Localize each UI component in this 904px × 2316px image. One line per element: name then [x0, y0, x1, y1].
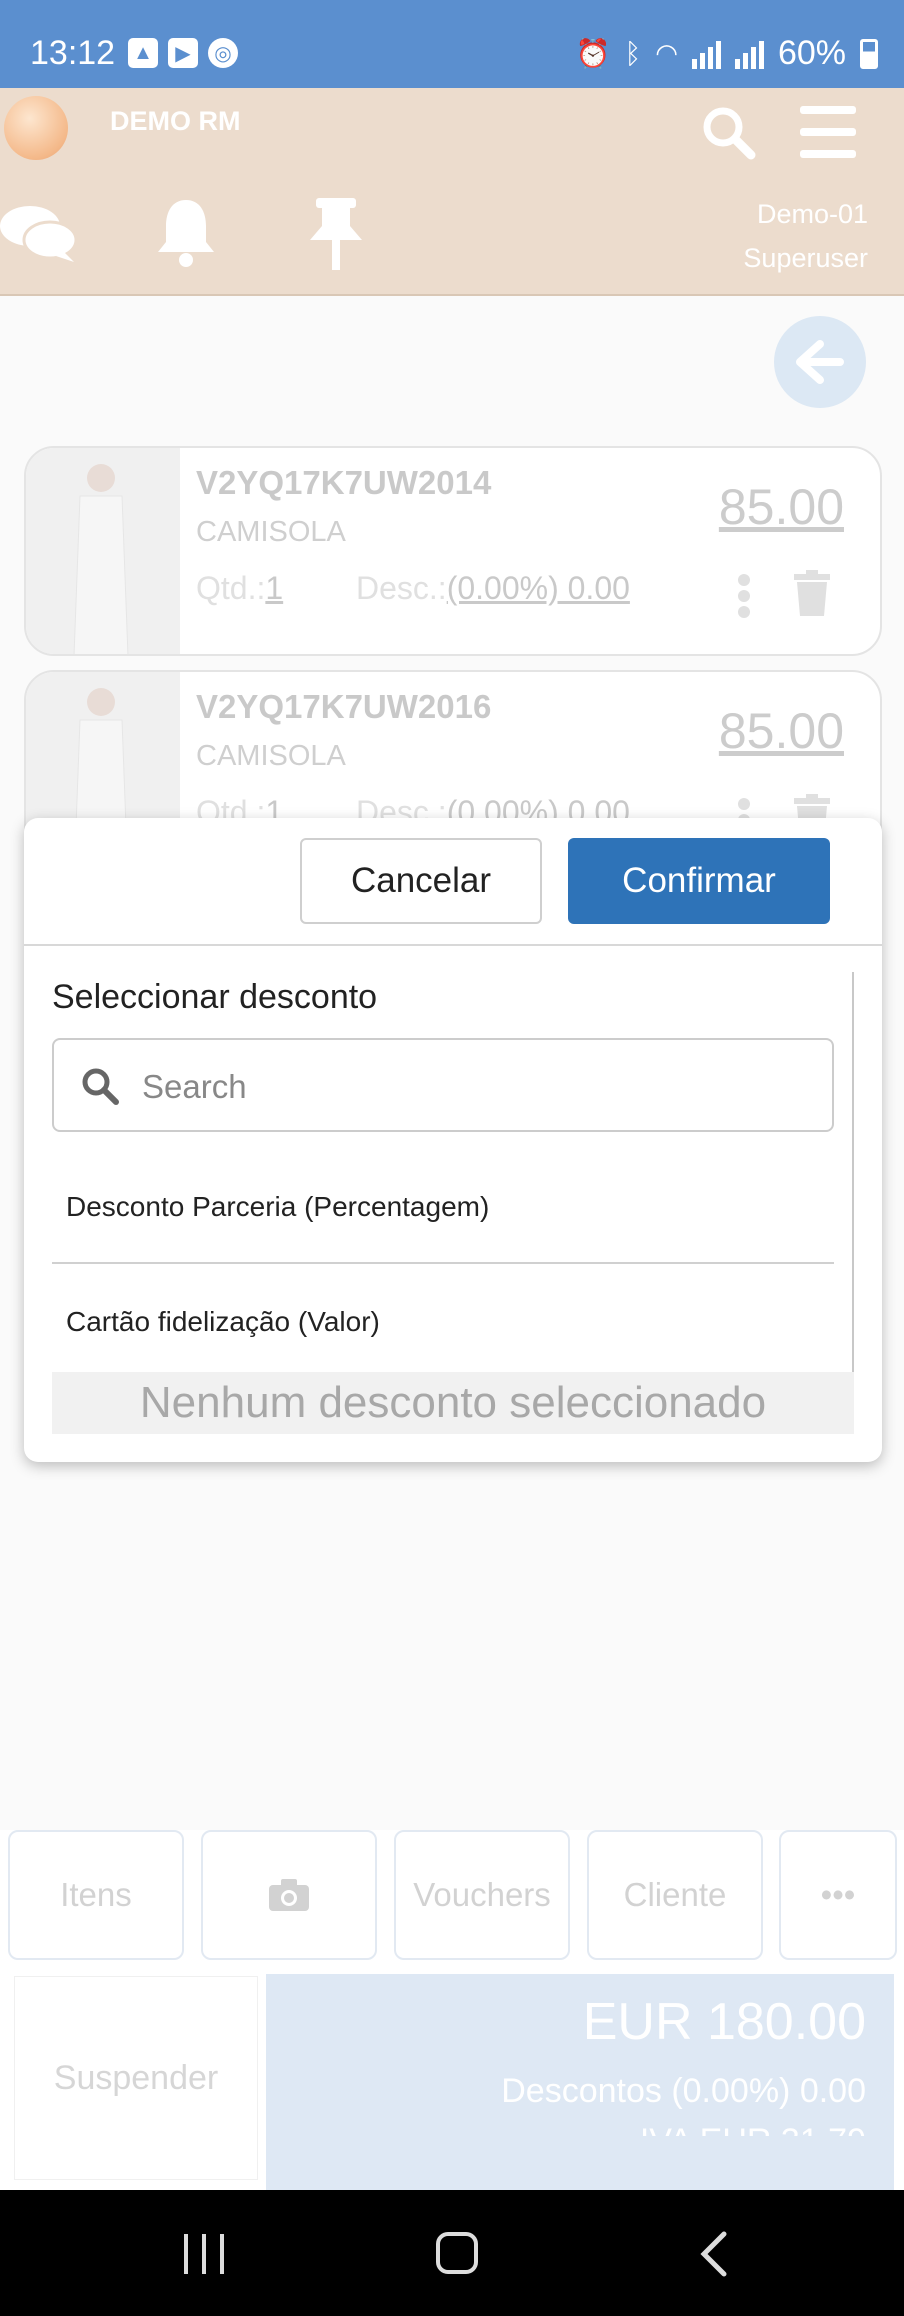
- discount-search[interactable]: [52, 1038, 834, 1132]
- search-icon[interactable]: [700, 104, 756, 160]
- signal-icon: [691, 39, 721, 69]
- item-code: V2YQ17K7UW2016: [196, 688, 492, 725]
- product-image: [26, 448, 180, 654]
- more-button[interactable]: •••: [779, 1830, 897, 1960]
- discount-option[interactable]: Cartão fidelização (Valor): [52, 1266, 834, 1378]
- item-description: CAMISOLA: [196, 740, 346, 772]
- arrow-left-icon: [796, 340, 844, 384]
- product-figure-icon: [73, 464, 129, 654]
- cancel-button[interactable]: Cancelar: [300, 838, 542, 924]
- vouchers-button[interactable]: Vouchers: [394, 1830, 570, 1960]
- item-code: V2YQ17K7UW2014: [196, 464, 492, 501]
- item-discount[interactable]: Desc.:(0.00%) 0.00: [356, 570, 630, 607]
- wifi-icon: ◠: [655, 38, 678, 68]
- bluetooth-icon: ᛒ: [624, 37, 642, 69]
- no-discount-selected: Nenhum desconto seleccionado: [52, 1372, 854, 1434]
- search-icon: [82, 1068, 119, 1105]
- chrome-icon: ◎: [208, 38, 238, 68]
- confirm-button[interactable]: Confirmar: [568, 838, 830, 924]
- modal-body: Seleccionar desconto Desconto Parceria (…: [24, 948, 882, 1438]
- back-button[interactable]: [774, 316, 866, 408]
- totals-panel-ext: [266, 2136, 894, 2190]
- home-icon[interactable]: [436, 2232, 478, 2274]
- suspend-button[interactable]: Suspender: [14, 1976, 258, 2180]
- modal-actions: Cancelar Confirmar: [24, 818, 882, 946]
- scrollbar[interactable]: [852, 972, 854, 1372]
- item-price[interactable]: 85.00: [719, 702, 844, 760]
- discount-option[interactable]: Desconto Parceria (Percentagem): [52, 1152, 834, 1264]
- gallery-icon: ▲: [128, 38, 158, 68]
- discount-modal: Cancelar Confirmar Seleccionar desconto …: [24, 818, 882, 1462]
- recent-apps-icon[interactable]: [184, 2234, 224, 2274]
- menu-icon[interactable]: [800, 106, 856, 158]
- camera-icon: [269, 1879, 309, 1911]
- pin-icon[interactable]: [306, 196, 366, 272]
- app-title: DEMO RM: [110, 106, 241, 136]
- youtube-icon: ▶: [168, 38, 198, 68]
- user-line1: Demo-01: [756, 199, 868, 229]
- battery-icon: [860, 38, 878, 69]
- user-line2: Superuser: [743, 243, 868, 273]
- more-options-icon[interactable]: [738, 574, 750, 618]
- user-info: Demo-01 Superuser: [743, 192, 868, 280]
- search-input[interactable]: [142, 1058, 802, 1116]
- cart-item[interactable]: V2YQ17K7UW2014 CAMISOLA Qtd.:1 Desc.:(0.…: [24, 446, 882, 656]
- trash-icon[interactable]: [794, 570, 830, 616]
- status-bar: 13:12 ▲ ▶ ◎ ⏰ ᛒ ◠ 60%: [0, 0, 904, 88]
- item-description: CAMISOLA: [196, 516, 346, 548]
- status-time: 13:12: [30, 34, 116, 72]
- system-nav-bar: [0, 2190, 904, 2316]
- back-icon[interactable]: [694, 2230, 734, 2278]
- client-button[interactable]: Cliente: [587, 1830, 763, 1960]
- alarm-icon: ⏰: [575, 38, 611, 69]
- signal-icon: [734, 39, 764, 69]
- select-discount-label: Seleccionar desconto: [52, 978, 378, 1016]
- app-header: DEMO RM Demo-01 Superuser: [0, 88, 904, 296]
- bell-icon[interactable]: [154, 196, 218, 268]
- discounts-total: Descontos (0.00%) 0.00: [501, 2072, 866, 2110]
- camera-button[interactable]: [201, 1830, 377, 1960]
- totals-panel[interactable]: EUR 180.00 Descontos (0.00%) 0.00 IVA EU…: [266, 1974, 894, 2160]
- battery-percent: 60%: [777, 34, 846, 72]
- total-amount: EUR 180.00: [582, 1993, 866, 2051]
- items-button[interactable]: Itens: [8, 1830, 184, 1960]
- chat-icon[interactable]: [0, 200, 80, 264]
- item-quantity[interactable]: Qtd.:1: [196, 570, 283, 607]
- app-logo[interactable]: [4, 96, 68, 160]
- item-price[interactable]: 85.00: [719, 478, 844, 536]
